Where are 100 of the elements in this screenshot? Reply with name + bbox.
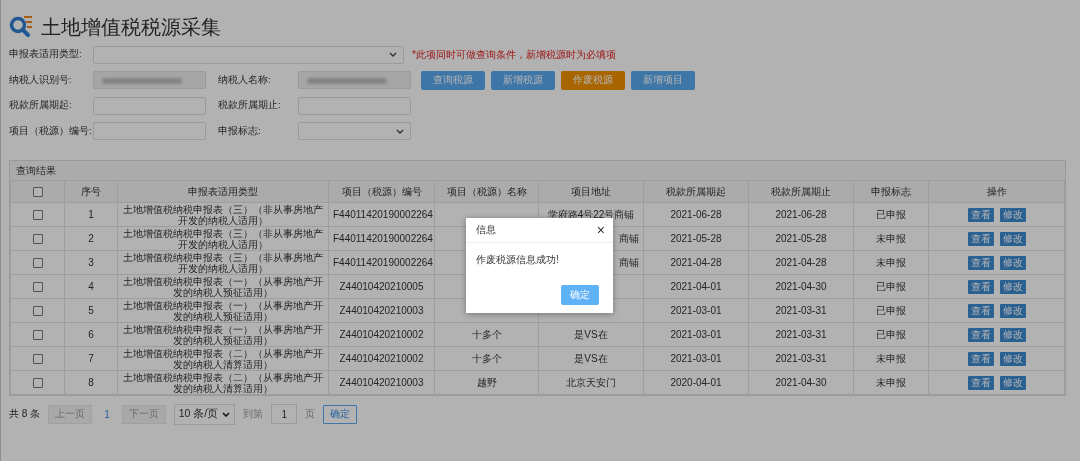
table-cell: 十多个: [434, 322, 539, 347]
row-action-button[interactable]: 修改: [999, 255, 1026, 270]
row-action-button[interactable]: 查看: [967, 207, 994, 222]
field-label: 申报表适用类型:: [9, 48, 83, 62]
column-header: 项目地址: [538, 180, 644, 203]
table-cell: 北京天安门: [538, 370, 644, 395]
table-cell: 是VS在: [538, 346, 644, 371]
table-cell: 十多个: [434, 346, 539, 371]
search-list-icon: [9, 14, 35, 40]
row-action-button[interactable]: 查看: [967, 375, 994, 390]
field-label: 申报标志:: [218, 124, 262, 138]
column-header: 项目（税源）编号: [328, 180, 435, 203]
row-action-button[interactable]: 查看: [967, 231, 994, 246]
ok-button[interactable]: 确定: [561, 285, 599, 305]
table-cell: Z44010420210005: [328, 274, 435, 299]
row-checkbox[interactable]: [32, 210, 43, 221]
row-action-button[interactable]: 查看: [967, 255, 994, 270]
table-cell: Z44010420210002: [328, 346, 435, 371]
chevron-down-icon: [396, 128, 404, 134]
row-action-button[interactable]: 修改: [999, 351, 1026, 366]
page-link[interactable]: 1: [100, 408, 114, 420]
table-cell: 2021-05-28: [643, 226, 749, 251]
row-action-button[interactable]: 修改: [999, 375, 1026, 390]
table-cell: 5: [64, 298, 118, 323]
table-cell: 土地增值税纳税申报表（三）（非从事房地产开发的纳税人适用）: [117, 226, 329, 251]
table-cell: 土地增值税纳税申报表（二）（从事房地产开发的纳税人清算适用）: [117, 370, 329, 395]
column-header: 操作: [928, 180, 1065, 203]
row-action-button[interactable]: 查看: [967, 351, 994, 366]
table-cell: 1: [64, 202, 118, 227]
table-cell: 2021-03-31: [748, 298, 854, 323]
table-cell: Z44010420210002: [328, 322, 435, 347]
page-input[interactable]: 1: [271, 404, 298, 424]
column-header: 申报表适用类型: [117, 180, 329, 203]
select-field[interactable]: [93, 45, 404, 64]
row-action-button[interactable]: 查看: [967, 303, 994, 318]
action-button[interactable]: 查询税源: [421, 70, 485, 90]
row-action-button[interactable]: 查看: [967, 279, 994, 294]
table-cell: 已申报: [853, 322, 929, 347]
total-count: 共 8 条: [9, 407, 41, 421]
select-field[interactable]: [298, 122, 411, 141]
table-cell: 2020-04-01: [643, 370, 749, 395]
input-field[interactable]: [93, 96, 206, 115]
select-all-checkbox[interactable]: [32, 187, 43, 198]
row-checkbox[interactable]: [32, 306, 43, 317]
table-cell: 越野: [434, 370, 539, 395]
column-header: 申报标志: [853, 180, 929, 203]
row-checkbox[interactable]: [32, 258, 43, 269]
table-cell: 2021-04-30: [748, 274, 854, 299]
column-header: 税款所属期起: [643, 180, 749, 203]
table-cell: 8: [64, 370, 118, 395]
row-action-button[interactable]: 查看: [967, 327, 994, 342]
table-cell: 是VS在: [538, 322, 644, 347]
row-action-button[interactable]: 修改: [999, 327, 1026, 342]
table-cell: 2021-06-28: [643, 202, 749, 227]
row-checkbox[interactable]: [32, 282, 43, 293]
table-cell: 2021-03-31: [748, 322, 854, 347]
table-cell: 2021-04-28: [643, 250, 749, 275]
input-field[interactable]: [298, 96, 411, 115]
table-cell: F44011420190002264: [328, 250, 435, 275]
table-cell: 2021-03-01: [643, 346, 749, 371]
table-cell: 土地增值税纳税申报表（二）（从事房地产开发的纳税人清算适用）: [117, 346, 329, 371]
page-unit: 页: [305, 407, 316, 421]
table-cell: 已申报: [853, 202, 929, 227]
row-action-button[interactable]: 修改: [999, 303, 1026, 318]
action-button[interactable]: 新增税源: [491, 70, 555, 90]
row-checkbox[interactable]: [32, 378, 43, 389]
table-cell: 2021-04-01: [643, 274, 749, 299]
table-cell: F44011420190002264: [328, 202, 435, 227]
table-cell: 未申报: [853, 226, 929, 251]
table-cell: 2021-06-28: [748, 202, 854, 227]
row-checkbox[interactable]: [32, 354, 43, 365]
table-cell: 3: [64, 250, 118, 275]
row-checkbox[interactable]: [32, 330, 43, 341]
page-title: 土地增值税税源采集: [41, 14, 221, 40]
row-checkbox[interactable]: [32, 234, 43, 245]
table-cell: Z44010420210003: [328, 370, 435, 395]
page-size-select[interactable]: 10 条/页: [173, 403, 236, 425]
table-cell: 土地增值税纳税申报表（一）（从事房地产开发的纳税人预征适用）: [117, 322, 329, 347]
table-cell: 2: [64, 226, 118, 251]
chevron-down-icon: [389, 52, 397, 58]
column-header: 序号: [64, 180, 118, 203]
column-header: 项目（税源）名称: [434, 180, 539, 203]
table-cell: 未申报: [853, 346, 929, 371]
table-cell: 土地增值税纳税申报表（三）（非从事房地产开发的纳税人适用）: [117, 202, 329, 227]
field-label: 纳税人名称:: [218, 73, 272, 87]
table-cell: 6: [64, 322, 118, 347]
action-button[interactable]: 作废税源: [561, 70, 625, 90]
dialog-title: 信息: [476, 223, 496, 237]
go-button[interactable]: 确定: [323, 404, 358, 424]
row-action-button[interactable]: 修改: [999, 207, 1026, 222]
table-cell: 土地增值税纳税申报表（一）（从事房地产开发的纳税人预征适用）: [117, 274, 329, 299]
table-cell: 2021-03-01: [643, 298, 749, 323]
field-label: 项目（税源）编号:: [9, 124, 93, 138]
row-action-button[interactable]: 修改: [999, 279, 1026, 294]
chevron-down-icon: [222, 411, 231, 417]
column-header: 税款所属期止: [748, 180, 854, 203]
action-button[interactable]: 新增项目: [631, 70, 695, 90]
row-action-button[interactable]: 修改: [999, 231, 1026, 246]
table-cell: 已申报: [853, 274, 929, 299]
input-field[interactable]: [93, 122, 206, 141]
